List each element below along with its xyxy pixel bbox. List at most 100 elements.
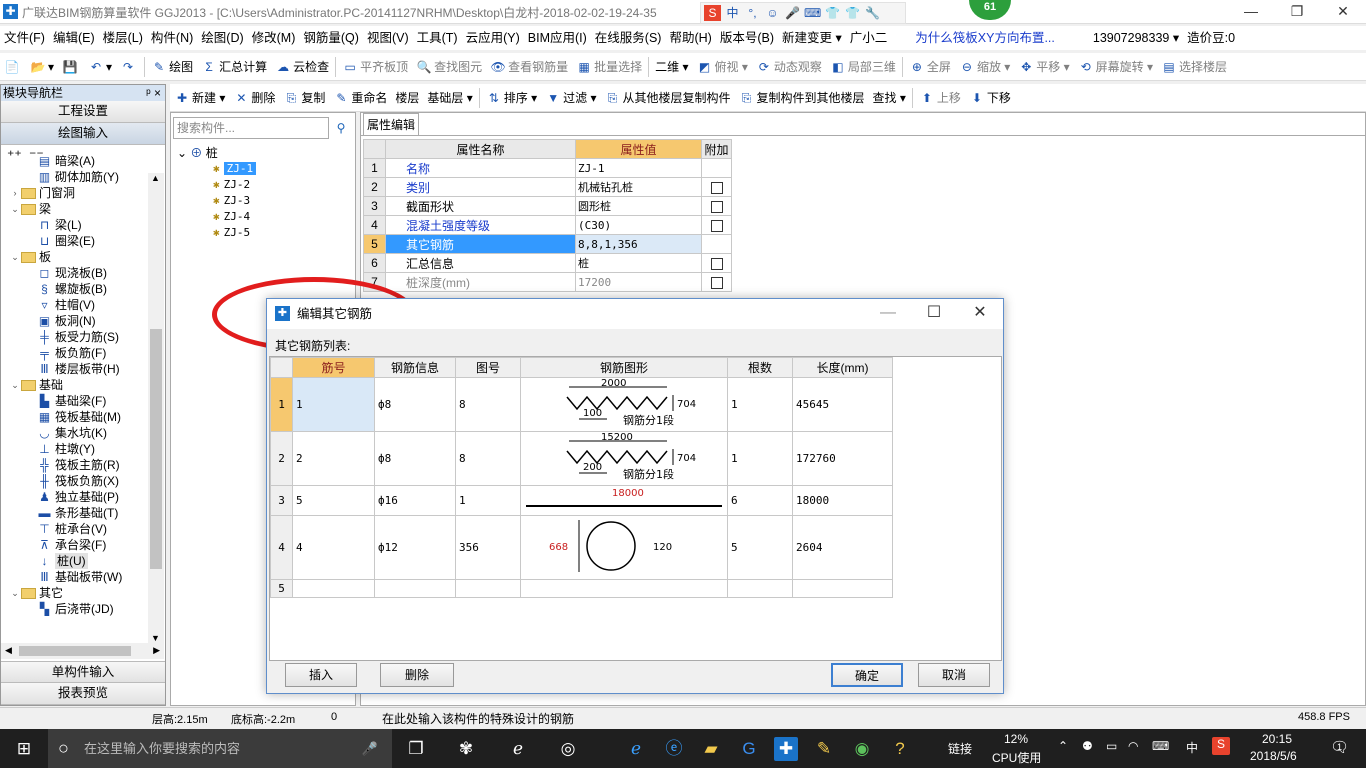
ime-item-5-icon[interactable]: ⌨ <box>804 5 821 21</box>
menu-item-5[interactable]: 修改(M) <box>248 27 300 49</box>
component-item[interactable]: ✱ ZJ-5 <box>213 225 250 241</box>
nav-tree-item[interactable]: ▙ 基础梁(F) <box>1 393 148 409</box>
insert-button[interactable]: 插入 <box>285 663 357 687</box>
dialog-maximize-button[interactable]: ☐ <box>911 299 957 329</box>
prop-value[interactable]: ZJ-1 <box>575 158 702 178</box>
rebar-figure-no[interactable]: 356 <box>455 515 521 580</box>
hscroll-thumb[interactable] <box>19 646 131 656</box>
edge-browser-icon[interactable]: ℯ <box>506 737 530 761</box>
rebar-count[interactable]: 6 <box>727 485 793 516</box>
toolbar2-button-2[interactable]: ⎘ 复制 <box>279 86 329 110</box>
dialog-close-button[interactable]: ✕ <box>957 299 1003 329</box>
rebar-figure-no[interactable]: 8 <box>455 431 521 486</box>
toolbar1-button-10[interactable]: 👁 查看钢筋量 <box>486 55 572 79</box>
ggj-app-icon[interactable]: ✚ <box>774 737 798 761</box>
ime-item-0-icon[interactable]: S <box>704 5 721 21</box>
property-row[interactable]: 6 汇总信息桩 <box>363 253 732 273</box>
prop-value[interactable]: 机械钻孔桩 <box>575 177 702 197</box>
rebar-figure-no[interactable]: 8 <box>455 377 521 432</box>
menu-item-15[interactable]: 广小二 <box>846 27 892 49</box>
property-row[interactable]: 3 截面形状 圆形桩 <box>363 196 732 216</box>
toolbar1-button-20[interactable]: ▤ 选择楼层 <box>1157 55 1231 79</box>
tree-expand-icon[interactable]: ⌄ <box>9 377 21 393</box>
component-item[interactable]: ✱ ZJ-4 <box>213 209 250 225</box>
property-row[interactable]: 7 桩深度(mm) 17200 <box>363 272 732 292</box>
toolbar2-button-5[interactable]: 基础层 ▾ <box>423 86 476 110</box>
tray-network-icon[interactable]: ▭ <box>1106 739 1117 753</box>
ime-item-6-icon[interactable]: 👕 <box>824 5 841 21</box>
toolbar1-button-12[interactable]: 二维 ▾ <box>651 55 692 79</box>
nav-tree-item[interactable]: ⌄ 其它 <box>1 585 148 601</box>
file-explorer-icon[interactable]: ▰ <box>699 737 723 761</box>
toolbar2-button-0[interactable]: ✚ 新建 ▾ <box>170 86 229 110</box>
extra-checkbox[interactable] <box>710 276 723 289</box>
scroll-down-icon[interactable]: ▼ <box>151 633 160 643</box>
nav-tree-item[interactable]: Ⅲ 楼层板带(H) <box>1 361 148 377</box>
nav-tree-item[interactable]: ╫ 筏板负筋(X) <box>1 473 148 489</box>
menu-item-11[interactable]: 在线服务(S) <box>591 27 666 49</box>
notes-app-icon[interactable]: ✎ <box>812 737 836 761</box>
rebar-info[interactable]: ф8 <box>374 431 456 486</box>
nav-tree-item[interactable]: ▬ 条形基础(T) <box>1 505 148 521</box>
tray-wifi-icon[interactable]: ◠ <box>1128 739 1138 753</box>
rebar-count[interactable] <box>727 579 793 598</box>
task-view-icon[interactable]: ❐ <box>404 737 428 761</box>
rebar-no[interactable]: 5 <box>292 485 375 516</box>
nav-report-preview-button[interactable]: 报表预览 <box>1 683 165 705</box>
rebar-row[interactable]: 5 <box>270 579 893 598</box>
menu-item-9[interactable]: 云应用(Y) <box>462 27 524 49</box>
toolbar1-button-18[interactable]: ✥ 平移 ▾ <box>1014 55 1073 79</box>
nav-tree-item[interactable]: ⊤ 桩承台(V) <box>1 521 148 537</box>
toolbar1-button-2[interactable]: 💾 <box>58 55 84 79</box>
rebar-figure-no[interactable] <box>455 579 521 598</box>
toolbar1-button-8[interactable]: ▭ 平齐板顶 <box>338 55 412 79</box>
toolbar2-button-7[interactable]: ▼ 过滤 ▾ <box>541 86 600 110</box>
property-row[interactable]: 2 类别 机械钻孔桩 <box>363 177 732 197</box>
rebar-row[interactable]: 3 5 ф16 1 18000 6 18000 <box>270 485 893 516</box>
rebar-info[interactable]: ф16 <box>374 485 456 516</box>
menu-item-12[interactable]: 帮助(H) <box>665 27 715 49</box>
rebar-row[interactable]: 1 1 ф8 8 2000 704 100 钢筋分1段 1 45645 <box>270 377 893 432</box>
toolbar1-button-13[interactable]: ◩ 俯视 ▾ <box>693 55 752 79</box>
score-badge[interactable]: 61 <box>969 0 1011 20</box>
toolbar2-button-9[interactable]: ⎘ 复制构件到其他楼层 <box>735 86 869 110</box>
menu-item-16[interactable]: 为什么筏板XY方向布置... <box>911 27 1059 49</box>
app-fan-icon[interactable]: ✾ <box>454 737 478 761</box>
delete-button[interactable]: 删除 <box>380 663 454 687</box>
nav-tree-item[interactable]: ⊓ 梁(L) <box>1 217 148 233</box>
toolbar2-button-11[interactable]: ⬆ 上移 <box>915 86 965 110</box>
microphone-icon[interactable]: 🎤 <box>362 729 378 768</box>
prop-value[interactable]: 17200 <box>575 272 702 292</box>
rebar-count[interactable]: 5 <box>727 515 793 580</box>
rebar-count[interactable]: 1 <box>727 377 793 432</box>
search-icon[interactable]: ⚲ <box>329 117 353 139</box>
rebar-no[interactable]: 1 <box>292 377 375 432</box>
tray-ime[interactable]: 中 <box>1186 739 1198 756</box>
nav-single-input-button[interactable]: 单构件输入 <box>1 661 165 683</box>
menu-item-6[interactable]: 钢筋量(Q) <box>299 27 363 49</box>
component-item[interactable]: ✱ ZJ-1 <box>213 161 257 177</box>
toolbar1-button-1[interactable]: 📂 ▾ <box>26 55 58 79</box>
menu-item-3[interactable]: 构件(N) <box>147 27 197 49</box>
nav-tree-item[interactable]: ▥ 砌体加筋(Y) <box>1 169 148 185</box>
nav-tree-item[interactable]: ⌄ 基础 <box>1 377 148 393</box>
rebar-figure-no[interactable]: 1 <box>455 485 521 516</box>
menu-item-14[interactable]: 新建变更 ▾ <box>778 27 846 49</box>
toolbar1-button-7[interactable]: ☁ 云检查 <box>271 55 333 79</box>
menu-item-0[interactable]: 文件(F) <box>0 27 49 49</box>
rebar-info[interactable]: ф8 <box>374 377 456 432</box>
rebar-shape[interactable]: 18000 <box>520 485 728 516</box>
nav-tree-item[interactable]: § 螺旋板(B) <box>1 281 148 297</box>
rebar-length[interactable] <box>792 579 893 598</box>
cancel-button[interactable]: 取消 <box>918 663 990 687</box>
tree-expand-icon[interactable]: ⌄ <box>9 585 21 601</box>
windows-start-icon[interactable]: ⊞ <box>12 737 36 761</box>
rebar-row[interactable]: 4 4 ф12 356 668 120 5 2604 <box>270 515 893 580</box>
toolbar1-button-16[interactable]: ⊕ 全屏 <box>905 55 955 79</box>
rebar-row[interactable]: 2 2 ф8 8 15200 704 200 钢筋分1段 1 172760 <box>270 431 893 486</box>
extra-checkbox[interactable] <box>710 181 723 194</box>
dialog-minimize-button[interactable]: — <box>865 299 911 329</box>
component-root[interactable]: ⌄ ⊕ 桩 <box>177 145 218 161</box>
nav-drawing-input-button[interactable]: 绘图输入 <box>1 123 165 145</box>
scroll-right-icon[interactable]: ▶ <box>153 645 160 656</box>
